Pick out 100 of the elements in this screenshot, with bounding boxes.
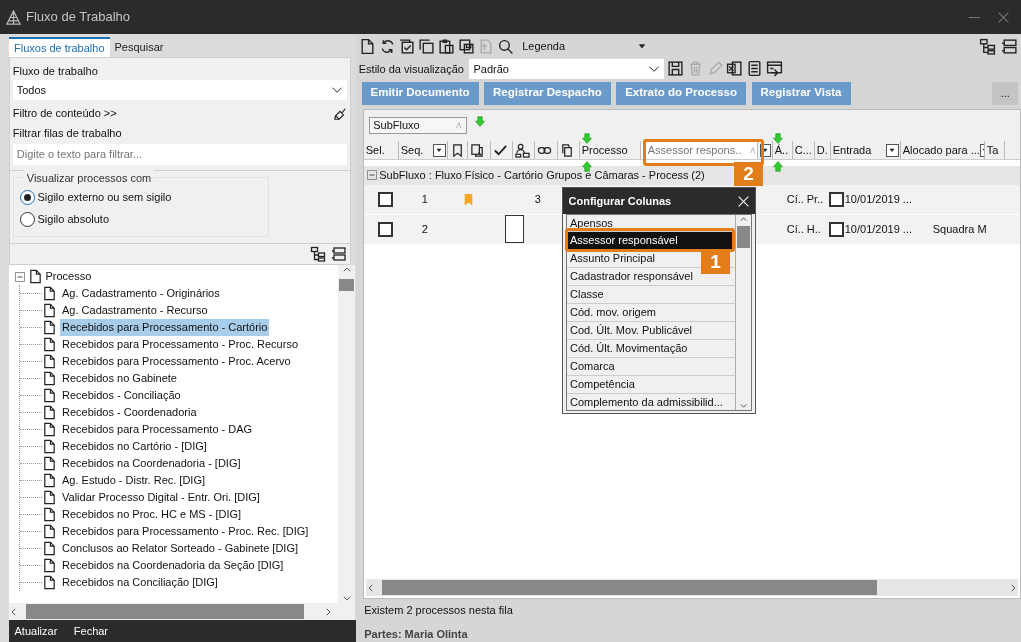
document-icon xyxy=(27,269,43,284)
radio-button[interactable] xyxy=(19,211,35,227)
brush-icon[interactable] xyxy=(333,106,348,121)
drop-arrow-icon xyxy=(772,160,784,172)
list-item[interactable]: Cód. Últ. Movimentação xyxy=(567,340,736,358)
group-by-chip[interactable]: SubFluxo xyxy=(369,116,468,134)
drop-arrow-icon xyxy=(581,160,593,172)
scrollbar-thumb[interactable] xyxy=(737,226,750,248)
radio-button[interactable] xyxy=(19,189,35,205)
tree-item[interactable]: Recebidos na Coordenadoria da Seção [DIG] xyxy=(60,557,286,574)
scroll-right-icon[interactable] xyxy=(1008,582,1018,593)
tree-item[interactable]: Ag. Cadastramento - Originários xyxy=(60,285,222,302)
tree-item[interactable]: Conclusos ao Relator Sorteado - Gabinete [DIG] xyxy=(60,540,300,557)
table-cell-text: Pr.. xyxy=(806,191,824,207)
scroll-right-icon[interactable] xyxy=(323,606,333,617)
row-checkbox[interactable] xyxy=(828,191,844,207)
column-header[interactable]: Entrada xyxy=(832,141,872,159)
column-header[interactable]: C... xyxy=(794,141,812,159)
document-icon xyxy=(42,354,57,369)
legend-dropdown[interactable]: Legenda xyxy=(522,38,648,55)
row-checkbox[interactable] xyxy=(828,221,844,237)
column-header[interactable]: Sel. xyxy=(365,141,385,159)
tree-item[interactable]: Ag. Cadastramento - Recurso xyxy=(60,302,210,319)
radio-label[interactable]: Sigilo externo ou sem sigilo xyxy=(37,189,172,206)
list-item[interactable]: Assessor responsável xyxy=(567,232,736,250)
row-checkbox[interactable] xyxy=(377,221,393,237)
document-icon xyxy=(42,303,57,318)
table-cell-text: 1 xyxy=(421,191,428,207)
tree-item[interactable]: Validar Processo Digital - Entr. Ori. [DIG] xyxy=(60,489,262,506)
scrollbar-thumb[interactable] xyxy=(339,279,354,292)
save-icon[interactable] xyxy=(667,60,685,78)
scrollbar-thumb[interactable] xyxy=(381,580,877,596)
column-header[interactable]: D. xyxy=(816,141,828,159)
stacked-pages-icon[interactable] xyxy=(457,37,475,55)
tree-item[interactable]: Recebidos para Processamento - Proc. Rec. [DIG] xyxy=(60,523,311,540)
tree-item[interactable]: Recebidos para Processamento - Proc. Acervo xyxy=(60,353,293,370)
list-item[interactable]: Complemento da admissibilid... xyxy=(567,394,736,410)
more-button[interactable]: ... xyxy=(992,81,1019,105)
table-cell-text: Cí.. xyxy=(786,221,804,237)
new-document-icon[interactable] xyxy=(358,37,376,55)
tree-item[interactable]: Processo xyxy=(45,268,92,285)
search-icon[interactable] xyxy=(497,37,514,55)
horizontal-scrollbar[interactable] xyxy=(365,579,1018,597)
column-header[interactable]: Alocado para ... xyxy=(902,141,980,159)
scrollbar-thumb[interactable] xyxy=(26,604,304,619)
list-item[interactable]: Classe xyxy=(567,286,736,304)
footer-link[interactable]: Fechar xyxy=(73,622,109,640)
tree-item[interactable]: Recebidos na Conciliação [DIG] xyxy=(60,574,220,591)
tree-item[interactable]: Recebidos para Processamento - DAG xyxy=(60,421,255,438)
status-text: Existem 2 processos nesta fila xyxy=(363,603,514,618)
tree-item[interactable]: Recebidos no Cartório - [DIG] xyxy=(60,438,209,455)
clipboard-icon[interactable] xyxy=(437,37,455,55)
tree-item[interactable]: Recebidos - Conciliação xyxy=(60,387,183,404)
export-icon[interactable] xyxy=(765,60,783,78)
scroll-down-icon[interactable] xyxy=(341,593,352,603)
notes-icon[interactable] xyxy=(746,60,764,78)
tree-item[interactable]: Recebidos no Proc. HC e MS - [DIG] xyxy=(60,506,244,523)
stack-icon[interactable] xyxy=(331,246,348,263)
tab[interactable]: Fluxos de trabalho xyxy=(9,36,110,57)
spreadsheet-icon[interactable] xyxy=(726,60,744,78)
vertical-scrollbar[interactable] xyxy=(338,265,355,603)
stack-icon[interactable] xyxy=(1001,37,1019,55)
content-filter-link[interactable]: Filtro de conteúdo >> xyxy=(12,105,117,122)
tree-icon[interactable] xyxy=(978,37,996,55)
row-checkbox[interactable] xyxy=(377,191,393,207)
field-label: Estilo da visualização xyxy=(358,61,464,77)
view-style-select[interactable]: Padrão xyxy=(469,58,665,79)
document-icon xyxy=(42,320,57,335)
scroll-up-icon[interactable] xyxy=(739,215,748,224)
tree-item[interactable]: Recebidos para Processamento - Cartório xyxy=(60,319,270,336)
list-item[interactable]: Comarca xyxy=(567,358,736,376)
list-item[interactable]: Cadastrador responsável xyxy=(567,268,736,286)
scroll-left-icon[interactable] xyxy=(9,606,19,617)
scroll-down-icon[interactable] xyxy=(739,401,748,410)
list-item[interactable]: Cod. Últ. Mov. Publicável xyxy=(567,322,736,340)
list-item[interactable]: Competência xyxy=(567,376,736,394)
workflow-select[interactable]: Todos xyxy=(12,79,348,100)
tree-item[interactable]: Ag. Estudo - Distr. Rec. [DIG] xyxy=(60,472,208,489)
column-header[interactable]: Ta xyxy=(986,141,999,159)
column-header[interactable]: Seq. xyxy=(400,141,424,159)
tree-item[interactable]: Recebidos - Coordenadoria xyxy=(60,404,199,421)
copy-icon[interactable] xyxy=(418,37,435,55)
list-item[interactable]: Cód. mov. origem xyxy=(567,304,736,322)
collapse-toggle-icon[interactable] xyxy=(366,170,377,180)
radio-label[interactable]: Sigilo absoluto xyxy=(37,211,110,228)
tree-item[interactable]: Recebidos para Processamento - Proc. Recurso xyxy=(60,336,300,353)
filter-field[interactable]: Digite o texto para filtrar... xyxy=(12,143,348,165)
column-header[interactable]: Á.. xyxy=(774,141,789,159)
tree-item[interactable]: Recebidos no Gabinete xyxy=(60,370,179,387)
tree-item[interactable]: Recebidos na Coordenadoria - [DIG] xyxy=(60,455,243,472)
footer-link[interactable]: Atualizar xyxy=(14,622,58,640)
field-label: Fluxo de trabalho xyxy=(12,64,99,80)
collapse-toggle-icon[interactable] xyxy=(15,271,25,282)
checklist-icon[interactable] xyxy=(398,37,416,55)
horizontal-scrollbar[interactable] xyxy=(9,603,355,620)
tree-icon[interactable] xyxy=(309,246,326,263)
column-header[interactable]: Processo xyxy=(581,141,628,159)
link[interactable]: 3 xyxy=(534,190,541,208)
document-icon xyxy=(42,439,57,454)
vertical-scrollbar[interactable] xyxy=(736,215,751,410)
